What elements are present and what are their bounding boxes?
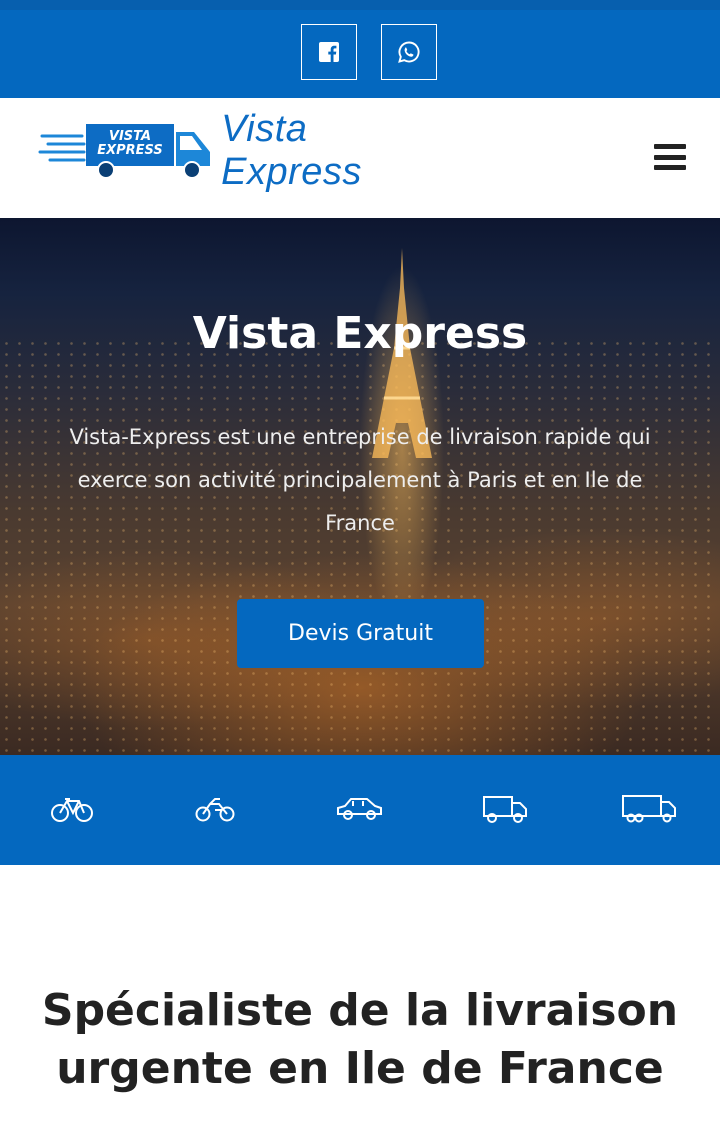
hamburger-icon[interactable]: [654, 144, 686, 170]
truck-logo-icon: VISTA EXPRESS: [38, 118, 213, 184]
hero-title: Vista Express: [192, 308, 528, 359]
bicycle-icon[interactable]: [50, 785, 94, 833]
site-logo[interactable]: VISTA EXPRESS Vista Express: [38, 108, 458, 193]
logo-badge-line2: EXPRESS: [97, 143, 163, 158]
top-social-bar: [0, 0, 720, 98]
logo-badge-line1: VISTA: [108, 129, 152, 144]
section-title: Spécialiste de la livraison urgente en I…: [41, 985, 679, 1094]
free-quote-button[interactable]: Devis Gratuit: [237, 599, 484, 668]
hero-description: Vista-Express est une entreprise de livr…: [69, 425, 651, 535]
logo-text: Vista Express: [221, 108, 362, 193]
car-icon[interactable]: [334, 785, 384, 833]
facebook-button[interactable]: [301, 24, 357, 80]
whatsapp-icon: [398, 41, 420, 63]
hero-banner: Vista Express Vista-Express est une entr…: [0, 218, 720, 755]
facebook-icon: [319, 42, 339, 62]
site-header: VISTA EXPRESS Vista Express: [0, 98, 720, 218]
city-lights-background: [0, 338, 720, 755]
motorcycle-icon[interactable]: [194, 785, 236, 833]
whatsapp-button[interactable]: [381, 24, 437, 80]
van-icon[interactable]: [481, 785, 529, 833]
vehicle-types-bar: [0, 755, 720, 865]
truck-icon[interactable]: [620, 785, 678, 833]
logo-badge: VISTA EXPRESS: [90, 130, 170, 158]
